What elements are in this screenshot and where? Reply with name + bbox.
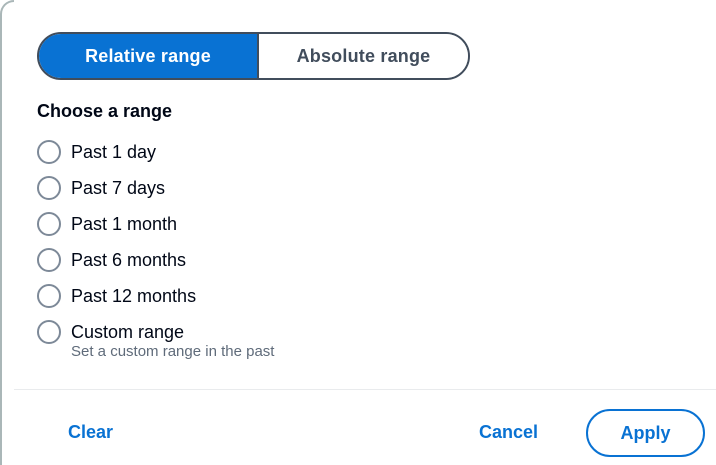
radio-unchecked-icon[interactable]: [37, 176, 61, 200]
range-options-list: Past 1 day Past 7 days Past 1 month Past…: [37, 134, 196, 350]
range-option-label: Past 12 months: [71, 285, 197, 306]
range-type-segmented-control: Relative range Absolute range: [37, 32, 470, 80]
tab-absolute-range[interactable]: Absolute range: [257, 34, 468, 78]
footer-divider: [14, 389, 716, 390]
date-range-picker-panel: Relative range Absolute range Choose a r…: [0, 0, 716, 465]
radio-unchecked-icon[interactable]: [37, 140, 61, 164]
range-option-label: Past 7 days: [71, 177, 166, 198]
range-option-past-1-day[interactable]: Past 1 day: [37, 134, 196, 170]
range-option-label: Custom range: [71, 321, 185, 342]
range-option-past-12-months[interactable]: Past 12 months: [37, 278, 196, 314]
custom-range-description: Set a custom range in the past: [71, 343, 275, 360]
range-option-past-7-days[interactable]: Past 7 days: [37, 170, 196, 206]
radio-unchecked-icon[interactable]: [37, 320, 61, 344]
panel-border: [0, 0, 14, 465]
radio-unchecked-icon[interactable]: [37, 284, 61, 308]
tab-relative-range[interactable]: Relative range: [39, 34, 257, 78]
range-option-past-6-months[interactable]: Past 6 months: [37, 242, 196, 278]
radio-unchecked-icon[interactable]: [37, 212, 61, 236]
clear-button[interactable]: Clear: [68, 422, 113, 443]
range-option-label: Past 1 month: [71, 213, 178, 234]
cancel-button[interactable]: Cancel: [479, 422, 538, 443]
apply-button[interactable]: Apply: [586, 409, 705, 457]
radio-unchecked-icon[interactable]: [37, 248, 61, 272]
section-title: Choose a range: [37, 101, 173, 121]
range-option-label: Past 6 months: [71, 249, 187, 270]
range-option-past-1-month[interactable]: Past 1 month: [37, 206, 196, 242]
range-option-label: Past 1 day: [71, 141, 157, 162]
